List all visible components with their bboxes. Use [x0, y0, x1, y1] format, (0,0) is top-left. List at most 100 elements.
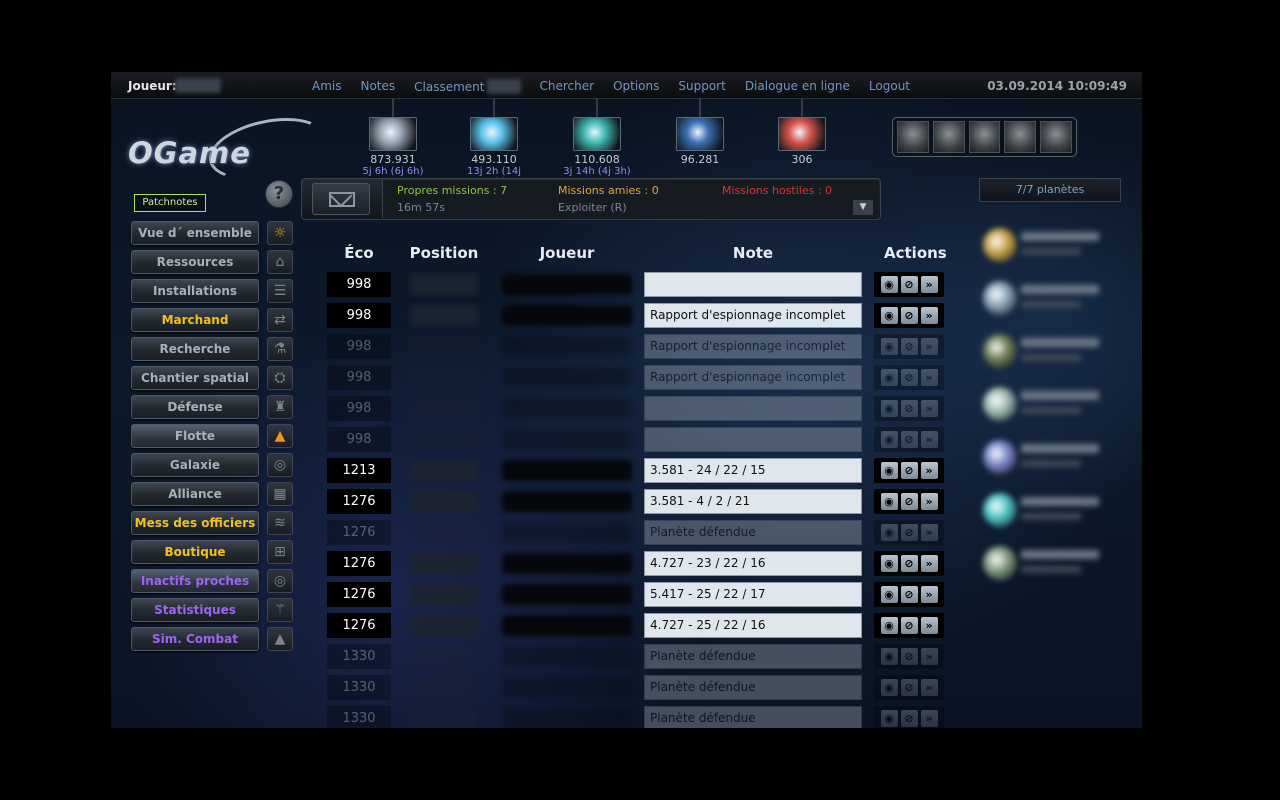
- spy-eye-icon[interactable]: ◉: [880, 462, 898, 479]
- ignore-icon[interactable]: ⊘: [900, 307, 918, 324]
- attack-icon[interactable]: »: [920, 648, 938, 665]
- menu-button[interactable]: Défense: [131, 395, 259, 419]
- menu-button[interactable]: Flotte: [131, 424, 259, 448]
- nav-options[interactable]: Options: [613, 79, 659, 94]
- ignore-icon[interactable]: ⊘: [900, 431, 918, 448]
- ignore-icon[interactable]: ⊘: [900, 462, 918, 479]
- note-field[interactable]: Rapport d'espionnage incomplet: [644, 303, 862, 328]
- nav-chat[interactable]: Dialogue en ligne: [745, 79, 850, 94]
- attack-icon[interactable]: »: [920, 338, 938, 355]
- note-field[interactable]: [644, 427, 862, 452]
- admiral-icon[interactable]: [932, 121, 965, 153]
- attack-icon[interactable]: »: [920, 307, 938, 324]
- menu-button[interactable]: Vue d´ ensemble: [131, 221, 259, 245]
- alliance-icon[interactable]: ▦: [267, 482, 293, 506]
- menu-button[interactable]: Chantier spatial: [131, 366, 259, 390]
- spy-eye-icon[interactable]: ◉: [880, 648, 898, 665]
- attack-icon[interactable]: »: [920, 431, 938, 448]
- menu-button[interactable]: Recherche: [131, 337, 259, 361]
- shop-icon[interactable]: ⊞: [267, 540, 293, 564]
- col-note[interactable]: Note: [644, 244, 862, 262]
- spy-eye-icon[interactable]: ◉: [880, 369, 898, 386]
- inactives-icon[interactable]: ◎: [267, 569, 293, 593]
- ignore-icon[interactable]: ⊘: [900, 493, 918, 510]
- ignore-icon[interactable]: ⊘: [900, 586, 918, 603]
- nav-logout[interactable]: Logout: [869, 79, 910, 94]
- spy-eye-icon[interactable]: ◉: [880, 617, 898, 634]
- position-redacted[interactable]: [410, 708, 478, 728]
- position-redacted[interactable]: [410, 274, 478, 295]
- ignore-icon[interactable]: ⊘: [900, 524, 918, 541]
- note-field[interactable]: [644, 272, 862, 297]
- shipyard-icon[interactable]: ⛭: [267, 366, 293, 390]
- spy-eye-icon[interactable]: ◉: [880, 400, 898, 417]
- resources-icon[interactable]: ⌂: [267, 250, 293, 274]
- planet-item[interactable]: [977, 328, 1127, 381]
- spy-eye-icon[interactable]: ◉: [880, 524, 898, 541]
- geologist-icon[interactable]: [1004, 121, 1037, 153]
- note-field[interactable]: 5.417 - 25 / 22 / 17: [644, 582, 862, 607]
- ignore-icon[interactable]: ⊘: [900, 276, 918, 293]
- resource-deuterium[interactable]: 110.608 3j 14h (4j 3h): [557, 117, 637, 177]
- col-eco[interactable]: Éco: [327, 244, 391, 262]
- attack-icon[interactable]: »: [920, 369, 938, 386]
- nav-friends[interactable]: Amis: [312, 79, 341, 94]
- position-redacted[interactable]: [410, 677, 478, 698]
- note-field[interactable]: 3.581 - 4 / 2 / 21: [644, 489, 862, 514]
- menu-button[interactable]: Inactifs proches: [131, 569, 259, 593]
- spy-eye-icon[interactable]: ◉: [880, 493, 898, 510]
- spy-eye-icon[interactable]: ◉: [880, 679, 898, 696]
- attack-icon[interactable]: »: [920, 493, 938, 510]
- position-redacted[interactable]: [410, 398, 478, 419]
- spy-eye-icon[interactable]: ◉: [880, 431, 898, 448]
- attack-icon[interactable]: »: [920, 710, 938, 727]
- position-redacted[interactable]: [410, 491, 478, 512]
- patchnotes-link[interactable]: Patchnotes: [134, 194, 206, 212]
- note-field[interactable]: 4.727 - 23 / 22 / 16: [644, 551, 862, 576]
- menu-button[interactable]: Ressources: [131, 250, 259, 274]
- planet-item[interactable]: [977, 222, 1127, 275]
- resource-energy[interactable]: 306: [762, 117, 842, 166]
- planet-item[interactable]: [977, 434, 1127, 487]
- nav-support[interactable]: Support: [678, 79, 725, 94]
- menu-button[interactable]: Installations: [131, 279, 259, 303]
- resource-metal[interactable]: 873.931 5j 6h (6j 6h): [353, 117, 433, 177]
- spy-eye-icon[interactable]: ◉: [880, 276, 898, 293]
- chevron-down-icon[interactable]: ▼: [853, 200, 873, 215]
- planet-item[interactable]: [977, 275, 1127, 328]
- ignore-icon[interactable]: ⊘: [900, 555, 918, 572]
- nav-ranking[interactable]: Classement: [414, 80, 484, 94]
- position-redacted[interactable]: [410, 429, 478, 450]
- note-field[interactable]: [644, 396, 862, 421]
- menu-button[interactable]: Galaxie: [131, 453, 259, 477]
- position-redacted[interactable]: [410, 584, 478, 605]
- event-list[interactable]: Propres missions : 7 Missions amies : 0 …: [382, 180, 879, 218]
- note-field[interactable]: Rapport d'espionnage incomplet: [644, 334, 862, 359]
- attack-icon[interactable]: »: [920, 276, 938, 293]
- officers-icon[interactable]: ≋: [267, 511, 293, 535]
- nav-search[interactable]: Chercher: [540, 79, 595, 94]
- note-field[interactable]: Planète défendue: [644, 520, 862, 545]
- attack-icon[interactable]: »: [920, 524, 938, 541]
- attack-icon[interactable]: »: [920, 617, 938, 634]
- galaxy-icon[interactable]: ◎: [267, 453, 293, 477]
- col-player[interactable]: Joueur: [517, 244, 617, 262]
- ignore-icon[interactable]: ⊘: [900, 648, 918, 665]
- spy-eye-icon[interactable]: ◉: [880, 555, 898, 572]
- resource-darkmatter[interactable]: 96.281: [660, 117, 740, 166]
- spy-eye-icon[interactable]: ◉: [880, 338, 898, 355]
- ogame-logo[interactable]: OGame: [128, 108, 333, 190]
- ignore-icon[interactable]: ⊘: [900, 400, 918, 417]
- menu-button[interactable]: Statistiques: [131, 598, 259, 622]
- position-redacted[interactable]: [410, 646, 478, 667]
- position-redacted[interactable]: [410, 460, 478, 481]
- planet-item[interactable]: [977, 540, 1127, 593]
- position-redacted[interactable]: [410, 336, 478, 357]
- engineer-icon[interactable]: [968, 121, 1001, 153]
- position-redacted[interactable]: [410, 615, 478, 636]
- overview-icon[interactable]: ☼: [267, 221, 293, 245]
- position-redacted[interactable]: [410, 522, 478, 543]
- trader-icon[interactable]: ⇄: [267, 308, 293, 332]
- attack-icon[interactable]: »: [920, 462, 938, 479]
- attack-icon[interactable]: »: [920, 400, 938, 417]
